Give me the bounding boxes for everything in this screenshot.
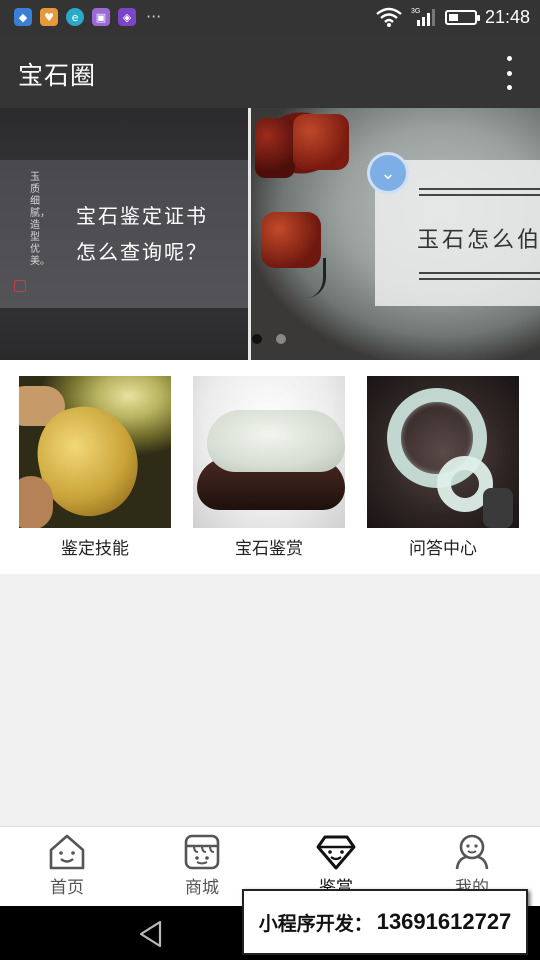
divider-line [419, 272, 540, 274]
banner-vertical-caption: 玉质细腻，造型优美。 [30, 172, 50, 267]
red-bead-image [293, 114, 349, 170]
more-options-icon[interactable] [502, 56, 516, 90]
category-appraisal-skills[interactable]: 鉴定技能 [16, 376, 174, 559]
banner-headline-line1: 宝石鉴定证书 [76, 204, 208, 228]
battery-icon [444, 9, 480, 25]
status-bar: ◆ ♥ e ▣ ◈ ··· 3G 21:48 [0, 0, 540, 36]
divider-line [419, 188, 540, 190]
seal-icon [14, 280, 26, 292]
divider-line [419, 278, 540, 280]
app-icon-5: ◈ [118, 8, 136, 26]
banner-carousel[interactable]: 玉质细腻，造型优美。 宝石鉴定证书 怎么查询呢？ 玉石怎么伯 ⌄ [0, 108, 540, 360]
network-type-label: 3G [411, 8, 420, 15]
diamond-icon [316, 835, 356, 870]
developer-contact-watermark: 小程序开发： 13691612727 [242, 889, 528, 955]
banner-headline-line2: 怎么查询呢？ [76, 240, 208, 264]
app-header: 宝石圈 [0, 36, 540, 108]
amber-stone-image [19, 376, 171, 528]
page-title: 宝石圈 [18, 61, 97, 90]
pager-dot[interactable] [276, 334, 286, 344]
banner-slide-jade[interactable]: 玉石怎么伯 ⌄ [251, 108, 540, 360]
app-icon-2: ♥ [40, 8, 58, 26]
shop-icon [184, 834, 220, 870]
category-qa-center[interactable]: 问答中心 [364, 376, 522, 559]
tab-shop[interactable]: 商城 [167, 833, 237, 903]
notification-icons: ◆ ♥ e ▣ ◈ ··· [14, 8, 161, 26]
banner-headline: 宝石鉴定证书 怎么查询呢？ [76, 198, 208, 270]
tab-label: 商城 [185, 878, 219, 898]
category-gem-appreciation[interactable]: 宝石鉴赏 [190, 376, 348, 559]
tab-label: 首页 [50, 878, 84, 898]
clock-time: 21:48 [484, 6, 530, 27]
category-label: 宝石鉴赏 [235, 539, 303, 559]
home-icon [49, 834, 85, 870]
chevron-down-icon: ⌄ [367, 152, 409, 194]
cord-image [306, 258, 326, 298]
watermark-phone: 13691612727 [376, 909, 512, 934]
jade-bangle-image [367, 376, 519, 528]
profile-icon [455, 834, 489, 870]
wifi-icon [376, 7, 402, 27]
app-icon-3: e [66, 8, 84, 26]
watermark-prefix: 小程序开发： [258, 912, 373, 935]
banner-slide-certificate[interactable]: 玉质细腻，造型优美。 宝石鉴定证书 怎么查询呢？ [0, 108, 248, 360]
signal-icon: 3G [411, 8, 435, 26]
category-label: 问答中心 [409, 539, 477, 559]
divider-line [419, 194, 540, 196]
category-grid: 鉴定技能 宝石鉴赏 问答中心 [0, 360, 540, 574]
back-icon[interactable] [136, 919, 166, 949]
carousel-pager [252, 334, 286, 344]
more-notifications-icon: ··· [146, 7, 162, 26]
banner-slide-card: 玉质细腻，造型优美。 宝石鉴定证书 怎么查询呢？ [0, 160, 248, 308]
category-label: 鉴定技能 [61, 539, 129, 559]
pager-dot-active[interactable] [252, 334, 262, 344]
app-icon-4: ▣ [92, 8, 110, 26]
tab-home[interactable]: 首页 [32, 833, 102, 903]
banner-slide2-headline: 玉石怎么伯 [417, 228, 540, 253]
red-bead-image [255, 118, 295, 178]
jade-carving-image [193, 376, 345, 528]
app-icon-1: ◆ [14, 8, 32, 26]
